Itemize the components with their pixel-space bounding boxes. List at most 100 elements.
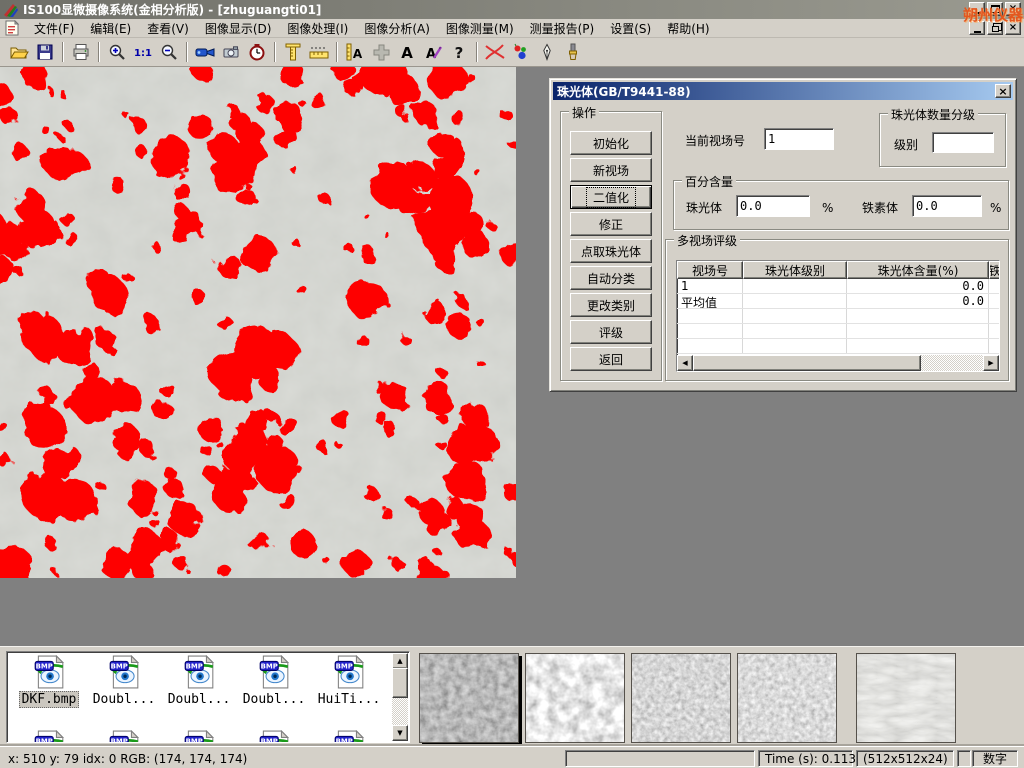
new-field-button[interactable]: 新视场 xyxy=(570,158,652,182)
bmp-file-icon xyxy=(182,730,216,743)
document-icon[interactable] xyxy=(4,20,20,36)
rate-button[interactable]: 评级 xyxy=(570,320,652,344)
zoom-out-button[interactable] xyxy=(156,40,182,64)
bmp-file-icon xyxy=(32,655,66,689)
button-label: 修正 xyxy=(599,216,623,233)
file-name: Doubl... xyxy=(166,692,233,707)
button-label: 点取珠光体 xyxy=(581,243,641,260)
video-camera-button[interactable] xyxy=(192,40,218,64)
status-mode: 数字 xyxy=(972,750,1018,767)
correct-button[interactable]: 修正 xyxy=(570,212,652,236)
video-camera-icon xyxy=(194,42,216,62)
file-item[interactable]: HuiTi... xyxy=(313,655,385,707)
multi-field-group: 多视场评级 视场号 珠光体级别 珠光体含量(%) 铁素体含量(%) 1 0.0 xyxy=(665,239,1009,381)
metallograph-image[interactable] xyxy=(0,67,516,578)
menu-measure-report[interactable]: 测量报告(P) xyxy=(522,18,603,39)
svg-text:?: ? xyxy=(455,44,464,62)
col-pearlite-content: 珠光体含量(%) xyxy=(847,261,989,279)
menu-help[interactable]: 帮助(H) xyxy=(659,18,717,39)
menu-file[interactable]: 文件(F) xyxy=(26,18,82,39)
pen-tool-button[interactable] xyxy=(534,40,560,64)
thumbnail-5[interactable] xyxy=(856,653,956,743)
timer-button[interactable] xyxy=(244,40,270,64)
scroll-left-icon[interactable]: ◀ xyxy=(677,355,693,371)
menu-view[interactable]: 查看(V) xyxy=(139,18,197,39)
return-button[interactable]: 返回 xyxy=(570,347,652,371)
thumbnail-3[interactable] xyxy=(631,653,731,743)
operations-group-label: 操作 xyxy=(569,104,599,121)
table-row[interactable]: 1 0.0 xyxy=(677,279,999,294)
scrollbar-thumb[interactable] xyxy=(693,355,921,371)
menu-image-display[interactable]: 图像显示(D) xyxy=(197,18,280,39)
col-pearlite-grade: 珠光体级别 xyxy=(743,261,847,279)
thumbnail-2[interactable] xyxy=(525,653,625,743)
file-item[interactable] xyxy=(163,730,235,743)
pick-pearlite-button[interactable]: 点取珠光体 xyxy=(570,239,652,263)
grade-label: 级别 xyxy=(894,136,918,153)
bmp-file-icon xyxy=(107,730,141,743)
table-row[interactable] xyxy=(677,339,999,354)
scrollbar-thumb[interactable] xyxy=(392,668,408,698)
save-button[interactable] xyxy=(32,40,58,64)
file-item[interactable]: Doubl... xyxy=(238,655,310,707)
scrollbar-track[interactable] xyxy=(921,355,983,371)
percent-group: 百分含量 珠光体 % 铁素体 % xyxy=(673,180,1009,230)
current-field-input[interactable] xyxy=(764,128,834,150)
thumbnail-4[interactable] xyxy=(737,653,837,743)
initialize-button[interactable]: 初始化 xyxy=(570,131,652,155)
dialog-title-bar[interactable]: 珠光体(GB/T9441-88) × xyxy=(553,82,1013,100)
text-button[interactable]: A xyxy=(394,40,420,64)
cursor-position-readout: x: 510 y: 79 idx: 0 RGB: (174, 174, 174) xyxy=(2,750,253,767)
binarize-button[interactable]: 二值化 xyxy=(570,185,652,209)
file-item[interactable] xyxy=(13,730,85,743)
file-item[interactable]: Doubl... xyxy=(163,655,235,707)
menu-settings[interactable]: 设置(S) xyxy=(602,18,659,39)
scroll-down-icon[interactable]: ▼ xyxy=(392,725,408,741)
application-window: IS100显微摄像系统(金相分析版) - [zhuguangti01] × 朔州… xyxy=(0,0,1024,768)
grid-cross-button[interactable] xyxy=(368,40,394,64)
table-row[interactable]: 平均值 0.0 xyxy=(677,294,999,309)
thumbnail-1[interactable] xyxy=(419,653,519,743)
auto-classify-button[interactable]: 自动分类 xyxy=(570,266,652,290)
table-row[interactable] xyxy=(677,309,999,324)
phase-particles-button[interactable] xyxy=(508,40,534,64)
open-icon xyxy=(9,42,29,62)
pearlite-percent-input[interactable] xyxy=(736,195,810,217)
dialog-close-button[interactable]: × xyxy=(995,84,1011,98)
menu-edit[interactable]: 编辑(E) xyxy=(82,18,139,39)
status-panel-empty xyxy=(957,750,971,767)
measure-text-button[interactable]: A xyxy=(342,40,368,64)
file-item[interactable] xyxy=(313,730,385,743)
ferrite-percent-input[interactable] xyxy=(912,195,982,217)
scroll-right-icon[interactable]: ▶ xyxy=(983,355,999,371)
print-button[interactable] xyxy=(68,40,94,64)
zoom-in-button[interactable] xyxy=(104,40,130,64)
scroll-up-icon[interactable]: ▲ xyxy=(392,653,408,669)
file-list-scrollbar[interactable]: ▲ ▼ xyxy=(392,653,408,741)
edit-text-button[interactable]: A xyxy=(420,40,446,64)
table-row[interactable] xyxy=(677,324,999,339)
file-item[interactable]: Doubl... xyxy=(88,655,160,707)
percent-sign: % xyxy=(990,201,1001,215)
open-button[interactable] xyxy=(6,40,32,64)
file-item[interactable]: DKF.bmp xyxy=(13,655,85,707)
curve-tool-button[interactable] xyxy=(482,40,508,64)
file-item[interactable] xyxy=(238,730,310,743)
actual-size-button[interactable]: 1:1 xyxy=(130,40,156,64)
photo-camera-button[interactable] xyxy=(218,40,244,64)
brush-tool-button[interactable] xyxy=(560,40,586,64)
change-class-button[interactable]: 更改类别 xyxy=(570,293,652,317)
ruler-button[interactable] xyxy=(306,40,332,64)
save-icon xyxy=(35,42,55,62)
table-horizontal-scrollbar[interactable]: ◀ ▶ xyxy=(677,355,999,371)
menu-image-analysis[interactable]: 图像分析(A) xyxy=(356,18,438,39)
menu-image-measure[interactable]: 图像测量(M) xyxy=(438,18,522,39)
menu-image-processing[interactable]: 图像处理(I) xyxy=(279,18,356,39)
help-button[interactable]: ? xyxy=(446,40,472,64)
bmp-file-icon xyxy=(332,655,366,689)
grade-input[interactable] xyxy=(932,132,994,153)
file-name: Doubl... xyxy=(91,692,158,707)
caliper-button[interactable] xyxy=(280,40,306,64)
file-item[interactable] xyxy=(88,730,160,743)
file-list: DKF.bmp Doubl... Doubl... Doubl... HuiTi… xyxy=(6,651,410,743)
